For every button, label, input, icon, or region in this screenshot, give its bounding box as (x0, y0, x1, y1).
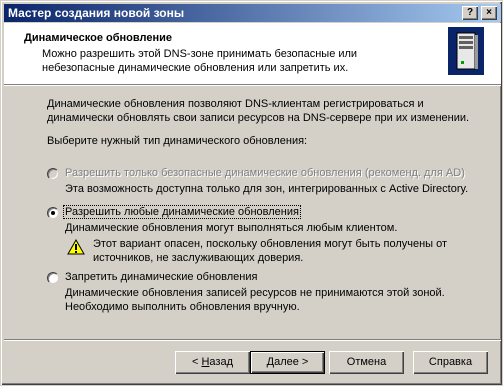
help-title-button[interactable]: ? (462, 6, 478, 20)
cancel-button[interactable]: Отмена (329, 351, 404, 374)
secure-only-radio (47, 168, 59, 180)
close-icon: × (486, 7, 492, 18)
page-title: Динамическое обновление (24, 32, 172, 44)
header-divider (4, 85, 501, 86)
allow-any-description: Динамические обновления могут выполнятьс… (65, 222, 398, 234)
next-label: алее > (274, 356, 309, 368)
server-icon (448, 27, 484, 75)
secure-only-description: Эта возможность доступна только для зон,… (65, 183, 469, 195)
prompt-text: Выберите нужный тип динамического обновл… (47, 135, 308, 147)
page-description: Можно разрешить этой DNS-зоне принимать … (42, 48, 358, 74)
title-bar[interactable]: Мастер создания новой зоны ? × (4, 4, 501, 22)
back-label: азад (209, 356, 233, 368)
back-button[interactable]: < Назад (175, 351, 250, 374)
allow-any-label-text: Разрешить любые динамические обновления (63, 205, 301, 219)
warning-icon (67, 239, 85, 255)
wizard-window: Мастер создания новой зоны ? × Динамичес… (0, 0, 503, 386)
allow-any-radio[interactable] (47, 207, 59, 219)
close-button[interactable]: × (481, 6, 497, 20)
wizard-header: Динамическое обновление Можно разрешить … (4, 23, 501, 85)
window-title: Мастер создания новой зоны (8, 6, 185, 20)
radio-selected-dot (51, 211, 55, 215)
help-icon: ? (466, 7, 474, 18)
deny-radio[interactable] (47, 272, 59, 284)
deny-description: Динамические обновления записей ресурсов… (65, 287, 445, 313)
intro-text: Динамические обновления позволяют DNS-кл… (47, 98, 470, 124)
help-button[interactable]: Справка (413, 351, 488, 374)
next-accel-key: Д (266, 356, 275, 368)
allow-any-label[interactable]: Разрешить любые динамические обновления (63, 205, 301, 219)
warning-text: Этот вариант опасен, поскольку обновлени… (93, 238, 448, 264)
button-separator (4, 339, 501, 341)
next-button[interactable]: Далее > (250, 351, 325, 374)
secure-only-label: Разрешить только безопасные динамические… (65, 167, 465, 179)
deny-label[interactable]: Запретить динамические обновления (65, 271, 257, 283)
